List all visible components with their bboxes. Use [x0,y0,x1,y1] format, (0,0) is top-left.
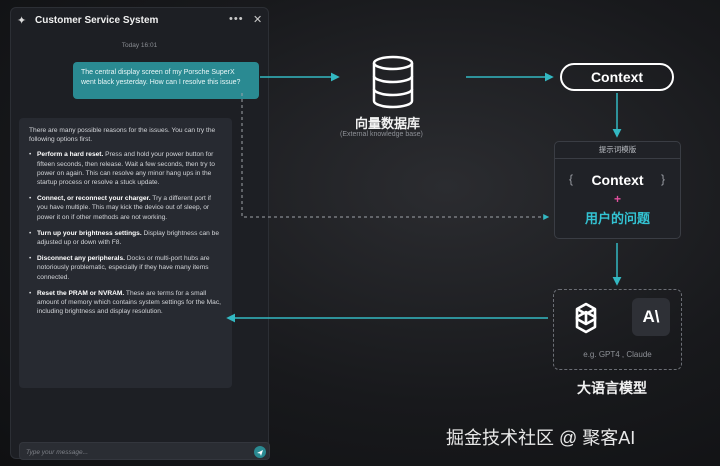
context-node: Context [560,63,674,91]
user-question-label: 用户的问题 [584,211,650,226]
llm-title: 大语言模型 [577,380,647,396]
database-icon [372,55,414,109]
anthropic-icon: A\ [632,298,670,336]
llm-examples: e.g. GPT4 , Claude [583,350,652,359]
plus-sign: + [613,192,621,206]
watermark: 掘金技术社区 @ 聚客AI [446,428,636,448]
prompt-template-box: 提示词模版 { Context } + 用户的问题 [554,141,681,239]
close-brace: } [661,172,666,186]
database-subtitle: (External knowledge base) [340,131,423,138]
llm-box: A\ e.g. GPT4 , Claude [553,289,682,370]
question-dashed-path [241,93,550,220]
prompt-template-header: 提示词模版 [555,142,680,159]
database-title: 向量数据库 [355,116,421,131]
openai-icon [575,302,597,334]
